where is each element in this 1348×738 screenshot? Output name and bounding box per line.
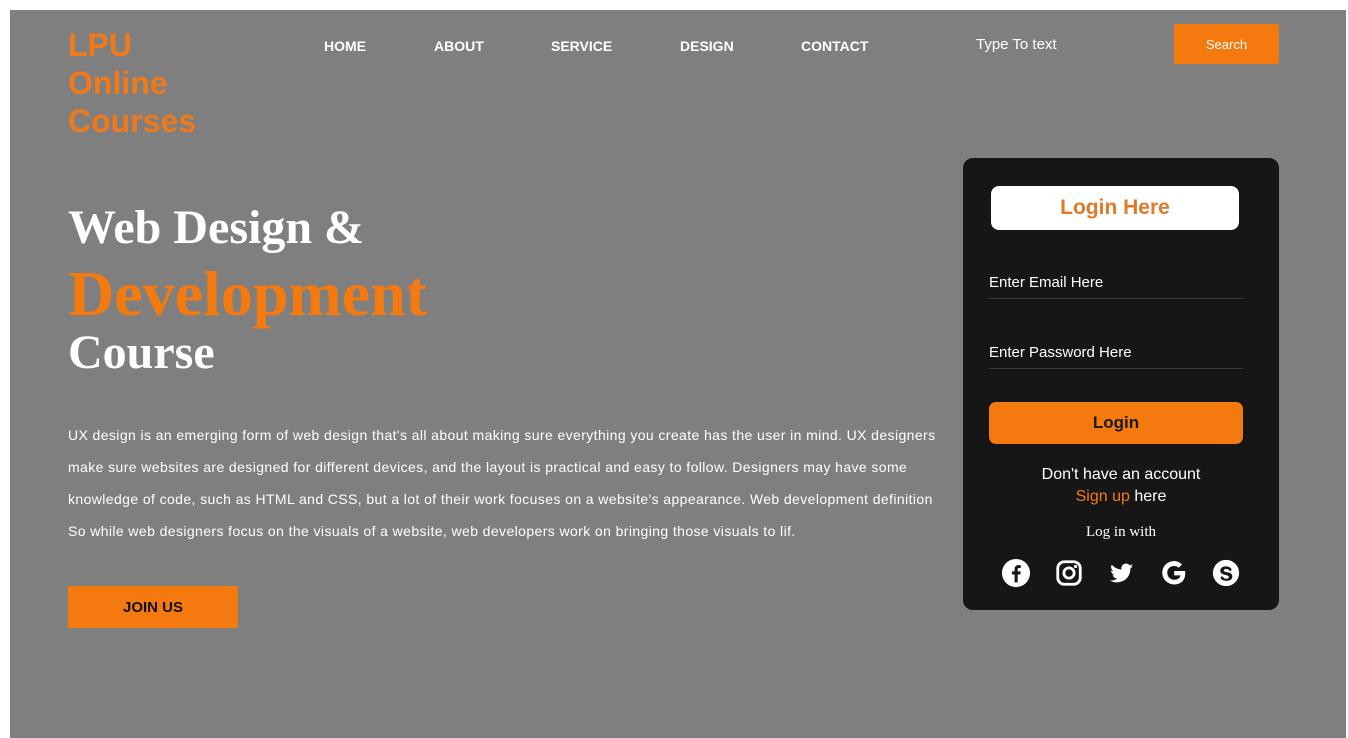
logo-line-1: LPU [68,27,132,63]
password-field[interactable]: Enter Password Here [989,340,1243,369]
logo-line-2: Online [68,65,168,101]
join-us-button[interactable]: JOIN US [68,586,238,628]
login-with-label: Log in with [1086,524,1156,540]
hero-title: Web Design & Development Course [68,200,427,378]
signup-link[interactable]: Sign up [1076,488,1130,505]
skype-icon[interactable] [1209,556,1243,590]
logo-line-3: Courses [68,103,197,139]
nav-design[interactable]: DESIGN [680,38,734,54]
instagram-icon[interactable] [1052,556,1086,590]
signup-prompt: Don't have an account Sign up here [963,464,1279,508]
no-account-text: Don't have an account [1041,466,1201,483]
google-icon[interactable] [1157,556,1191,590]
email-field[interactable]: Enter Email Here [989,270,1243,299]
twitter-icon[interactable] [1104,556,1138,590]
hero-title-line-3: Course [68,326,215,379]
nav-service[interactable]: SERVICE [551,38,612,54]
nav-home[interactable]: HOME [324,38,366,54]
hero-title-line-2: Development [68,258,428,329]
login-card: Login Here Enter Email Here Enter Passwo… [963,158,1279,610]
signup-tail: here [1129,488,1167,505]
facebook-icon[interactable] [999,556,1033,590]
login-title: Login Here [991,186,1239,230]
hero-title-line-1: Web Design & [68,201,365,254]
search-button[interactable]: Search [1174,24,1279,64]
password-placeholder: Enter Password Here [989,344,1132,361]
hero-description: UX design is an emerging form of web des… [68,427,936,539]
email-placeholder: Enter Email Here [989,274,1104,291]
nav-about[interactable]: ABOUT [434,38,484,54]
nav-contact[interactable]: CONTACT [801,38,868,54]
search-input[interactable]: Type To text [976,36,1057,53]
login-button[interactable]: Login [989,402,1243,444]
page: LPU Online Courses HOME ABOUT SERVICE DE… [10,10,1346,738]
social-login-row [999,556,1243,590]
signup-line: Sign up here [963,486,1279,508]
site-logo[interactable]: LPU Online Courses [68,26,196,140]
